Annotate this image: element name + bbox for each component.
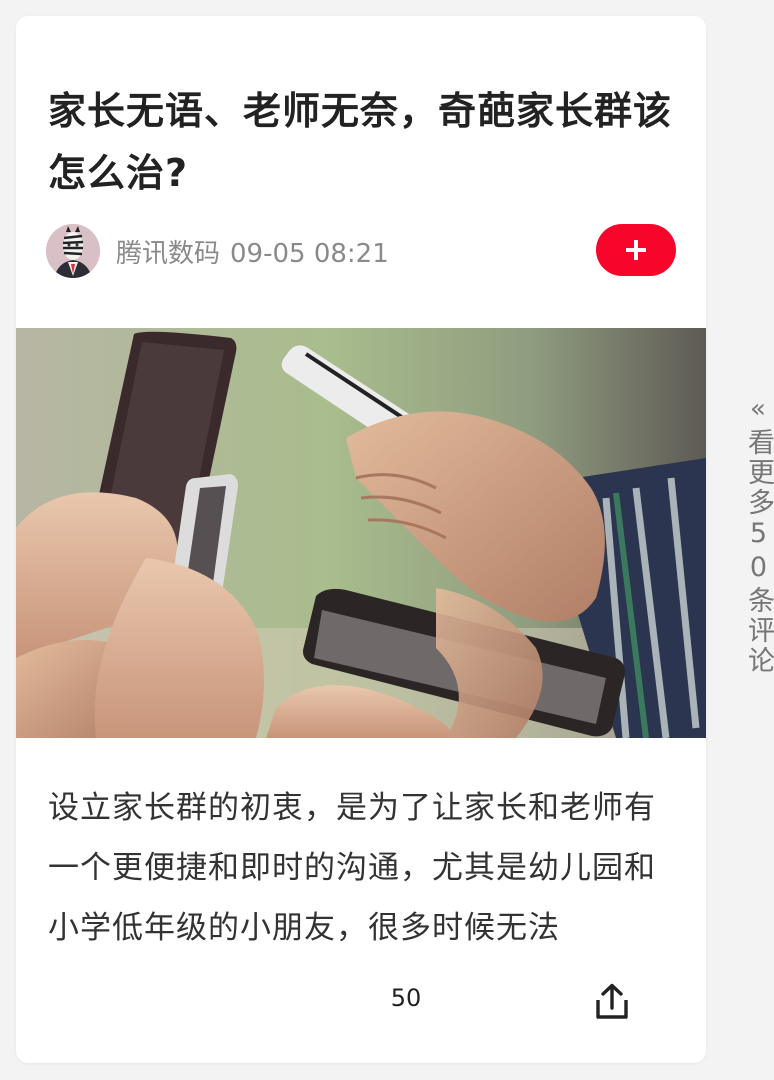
article-summary[interactable]: 设立家长群的初衷，是为了让家长和老师有一个更便捷和即时的沟通，尤其是幼儿园和小学… xyxy=(48,778,678,958)
source-name[interactable]: 腾讯数码 xyxy=(116,239,220,269)
more-comments-label: 看更多50条评论 xyxy=(743,428,774,676)
comment-count[interactable]: 50 xyxy=(366,984,446,1012)
follow-button[interactable] xyxy=(596,224,676,276)
article-meta: 腾讯数码 09-05 08:21 xyxy=(46,223,389,279)
article-card[interactable]: 家长无语、老师无奈，奇葩家长群该怎么治? 腾讯数码 09-05 08:21 设立… xyxy=(16,16,706,1063)
article-image[interactable] xyxy=(16,328,706,738)
more-comments-tab[interactable]: « 看更多50条评论 xyxy=(736,396,774,676)
article-title[interactable]: 家长无语、老师无奈，奇葩家长群该怎么治? xyxy=(48,80,678,204)
publish-time: 09-05 08:21 xyxy=(230,238,389,269)
plus-icon xyxy=(626,240,646,260)
avatar[interactable] xyxy=(46,224,100,278)
share-button[interactable] xyxy=(592,982,632,1022)
share-icon xyxy=(596,983,628,1019)
meta-text: 腾讯数码 09-05 08:21 xyxy=(116,233,389,270)
double-chevron-left-icon: « xyxy=(750,394,766,424)
